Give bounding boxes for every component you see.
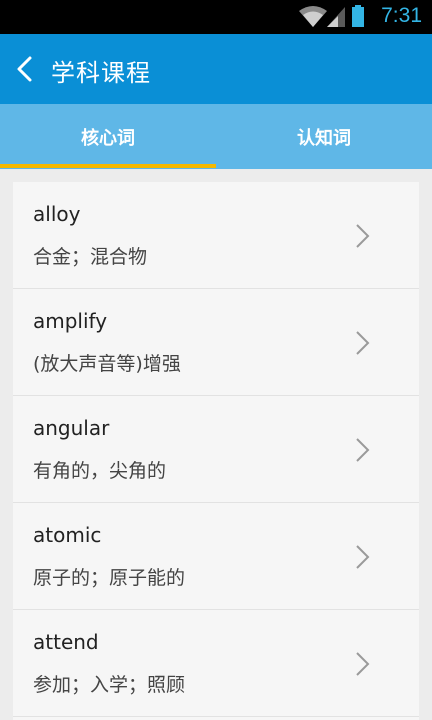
word-text: angular [33, 416, 110, 440]
list-item[interactable]: angular 有角的，尖角的 [13, 396, 419, 503]
tab-bar: 核心词 认知词 [0, 104, 432, 169]
chevron-left-icon[interactable] [10, 52, 44, 86]
word-meaning: 有角的，尖角的 [33, 460, 167, 482]
wifi-icon [299, 6, 327, 27]
word-text: atomic [33, 523, 102, 547]
list-item[interactable]: amplify (放大声音等)增强 [13, 289, 419, 396]
list-item[interactable]: alloy 合金；混合物 [13, 182, 419, 289]
tab-cognitive-words[interactable]: 认知词 [216, 104, 432, 169]
chevron-right-icon [356, 438, 370, 462]
word-meaning: 合金；混合物 [33, 246, 148, 268]
word-text: attend [33, 630, 99, 654]
app-bar: 学科课程 [0, 34, 432, 104]
tab-active-indicator [0, 164, 216, 168]
chevron-right-icon [356, 652, 370, 676]
chevron-right-icon [356, 224, 370, 248]
list-item[interactable]: attend 参加；入学；照顾 [13, 610, 419, 717]
word-list: alloy 合金；混合物 amplify (放大声音等)增强 angular 有… [13, 182, 419, 720]
word-meaning: 参加；入学；照顾 [33, 674, 186, 696]
word-text: amplify [33, 309, 108, 333]
tab-core-words[interactable]: 核心词 [0, 104, 216, 169]
chevron-right-icon [356, 545, 370, 569]
word-meaning: (放大声音等)增强 [33, 353, 181, 375]
battery-icon [352, 5, 364, 27]
word-text: alloy [33, 202, 81, 226]
signal-icon [327, 7, 345, 27]
status-bar: 7:31 [0, 0, 432, 34]
word-meaning: 原子的；原子能的 [33, 567, 186, 589]
list-item[interactable]: atomic 原子的；原子能的 [13, 503, 419, 610]
chevron-right-icon [356, 331, 370, 355]
status-time: 7:31 [381, 4, 422, 27]
page-title: 学科课程 [51, 59, 151, 87]
